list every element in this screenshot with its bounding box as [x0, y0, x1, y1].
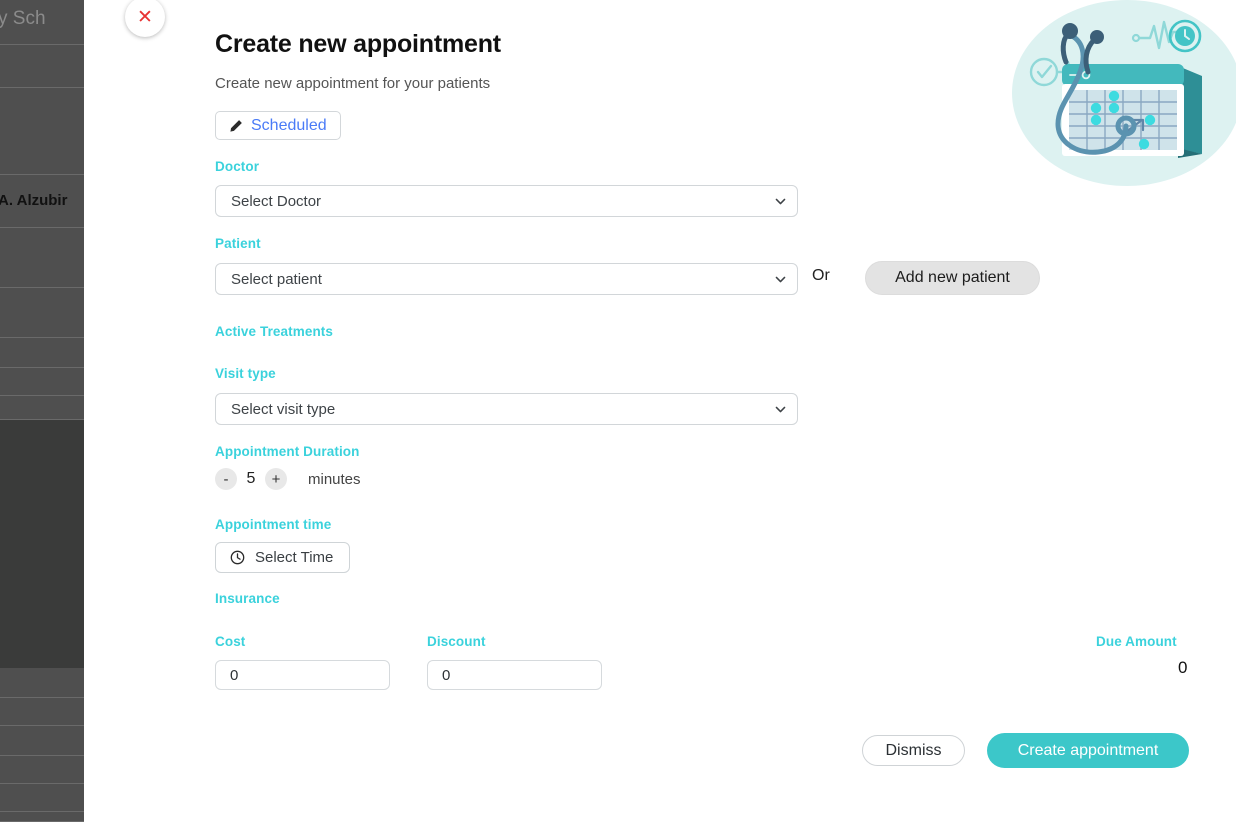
patient-label: Patient — [215, 236, 261, 251]
appointment-time-label: Appointment time — [215, 517, 332, 532]
visit-type-select[interactable]: Select visit type — [215, 393, 798, 425]
doctor-select-value: Select Doctor — [231, 192, 322, 210]
discount-label: Discount — [427, 634, 486, 649]
schedule-row — [0, 698, 84, 726]
visit-type-select-value: Select visit type — [231, 400, 336, 418]
schedule-row — [0, 812, 84, 822]
select-time-label: Select Time — [255, 549, 334, 566]
schedule-patient-name: A. Alzubir — [0, 192, 68, 209]
schedule-row — [0, 368, 84, 396]
create-appointment-button[interactable]: Create appointment — [987, 733, 1189, 768]
duration-increment-button[interactable]: + — [265, 468, 287, 490]
chevron-down-icon — [775, 198, 786, 204]
schedule-row — [0, 228, 84, 288]
pencil-icon — [230, 119, 242, 132]
schedule-row — [0, 784, 84, 812]
schedule-row — [0, 668, 84, 698]
appointment-duration-label: Appointment Duration — [215, 444, 360, 459]
page-subtitle: Create new appointment for your patients — [215, 75, 491, 92]
insurance-label: Insurance — [215, 591, 280, 606]
patient-select-value: Select patient — [231, 270, 322, 288]
or-separator: Or — [812, 267, 830, 284]
duration-stepper: - 5 + minutes — [215, 468, 361, 490]
schedule-row — [0, 756, 84, 784]
schedule-row — [0, 288, 84, 338]
chevron-down-icon — [775, 276, 786, 282]
schedule-row — [0, 88, 84, 175]
create-appointment-modal: ✕ Create new appointment Create new appo… — [84, 0, 1236, 822]
schedule-header-text: y Sch — [0, 8, 46, 29]
background-schedule-overlay: y Sch A. Alzubir — [0, 0, 84, 822]
add-new-patient-button[interactable]: Add new patient — [865, 261, 1040, 295]
doctor-select[interactable]: Select Doctor — [215, 185, 798, 217]
status-badge-label: Scheduled — [251, 116, 327, 134]
clock-icon — [230, 550, 245, 565]
duration-value: 5 — [246, 470, 256, 487]
duration-decrement-button[interactable]: - — [215, 468, 237, 490]
visit-type-label: Visit type — [215, 366, 276, 381]
schedule-row — [0, 338, 84, 368]
schedule-row — [0, 726, 84, 756]
status-badge[interactable]: Scheduled — [215, 111, 341, 140]
close-icon[interactable]: ✕ — [125, 0, 165, 37]
schedule-row — [0, 45, 84, 88]
duration-unit-label: minutes — [308, 470, 361, 488]
due-amount-label: Due Amount — [1096, 634, 1177, 649]
due-amount-value: 0 — [1178, 658, 1188, 677]
page-title: Create new appointment — [215, 30, 501, 58]
schedule-busy-block — [0, 420, 84, 668]
dismiss-button[interactable]: Dismiss — [862, 735, 965, 766]
close-x-glyph: ✕ — [137, 7, 153, 28]
active-treatments-label: Active Treatments — [215, 324, 333, 339]
schedule-row — [0, 396, 84, 420]
cost-input[interactable] — [215, 660, 390, 690]
doctor-label: Doctor — [215, 159, 260, 174]
discount-input[interactable] — [427, 660, 602, 690]
select-time-button[interactable]: Select Time — [215, 542, 351, 573]
cost-label: Cost — [215, 634, 246, 649]
chevron-down-icon — [775, 406, 786, 412]
appointment-illustration — [1012, 0, 1236, 186]
patient-select[interactable]: Select patient — [215, 263, 798, 295]
